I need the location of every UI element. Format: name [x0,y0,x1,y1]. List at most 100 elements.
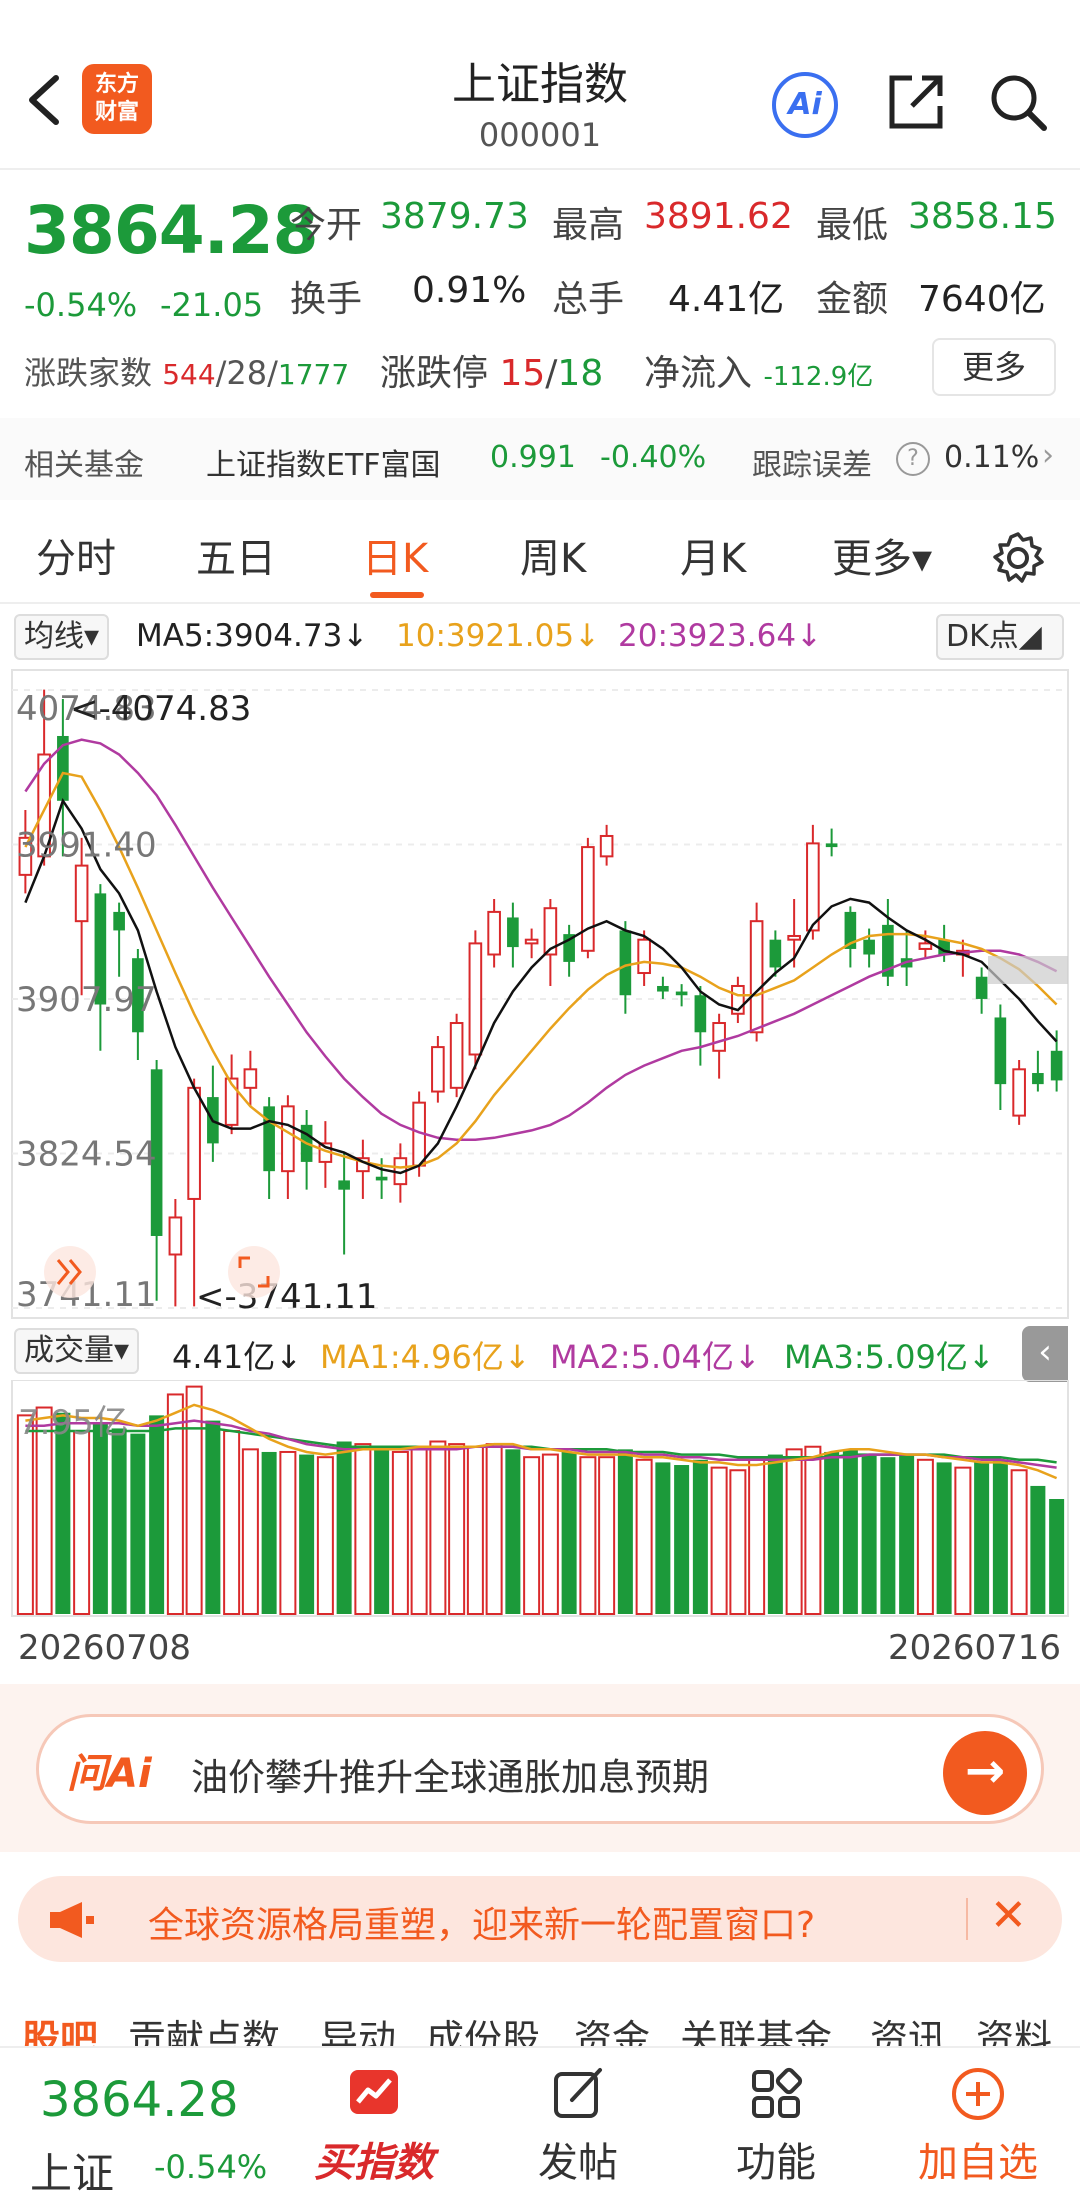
volume-bar [541,1453,559,1616]
volume-bar [598,1456,616,1615]
volume-bar [92,1423,108,1614]
ai-question-bar[interactable]: 问Ai 油价攀升推升全球通胀加息预期 → [36,1714,1044,1824]
candle-body [787,934,801,941]
y-axis-label: 3824.54 [16,1135,157,1175]
grid-icon [752,2067,803,2118]
moving-average-row: 均线▾ MA5:3904.73↓ 10:3921.05↓ 20:3923.64↓… [0,612,1080,662]
candle-body [637,938,651,975]
volume-bar [130,1433,146,1614]
volume-bar [785,1448,803,1615]
limit-up-down: 涨跌停 15/18 [380,344,603,396]
volume-bar [954,1466,972,1615]
net-inflow: 净流入 -112.9亿 [644,344,873,396]
arrow-right-icon[interactable]: → [943,1731,1027,1815]
volume-bar [635,1458,653,1615]
nav-change-percent: -0.54% [154,2148,268,2186]
tabs-divider [0,602,1080,604]
candle-body [375,1176,388,1181]
end-date: 20260716 [888,1628,1062,1668]
amount-value: 7640亿 [918,279,1046,320]
search-icon[interactable] [986,70,1050,134]
volume-bar [936,1462,952,1614]
functions-button[interactable]: 功能 [706,2064,846,2188]
chart-period-tabs: 分时 五日 日K 周K 月K 更多▾ [0,510,1080,600]
candle-body [281,1105,295,1173]
ma5-value: MA5:3904.73↓ [136,618,369,654]
tracking-error-value: 0.11% [944,440,1040,475]
volume-bar [205,1420,221,1614]
start-date: 20260708 [18,1628,192,1668]
back-arrow-icon[interactable] [20,70,70,130]
breadth-down: 1777 [277,358,350,391]
volume-chart: 7.95亿 [11,1380,1069,1617]
more-quote-button[interactable]: 更多 [932,338,1056,396]
candle-body [1032,1073,1044,1085]
megaphone-icon [50,1902,94,1938]
volume-bar [804,1445,822,1615]
volume-y-label: 7.95亿 [18,1403,128,1443]
volume-bar [391,1450,409,1615]
tab-weekly-k[interactable]: 周K [520,526,586,584]
tab-five-day[interactable]: 五日 [196,526,276,584]
volume-bar [73,1430,91,1615]
bottom-nav: 3864.28 上证 -0.54% 买指数 发帖 功能 加自选 [0,2046,1080,2210]
candle-body [431,1046,445,1093]
page-title: 上证指数 [452,59,628,110]
help-icon[interactable]: ? [896,442,930,476]
indicator-select[interactable]: 成交量▾ [14,1328,140,1374]
last-price: 3864.28 [24,192,319,269]
volume-bar [861,1454,877,1614]
logo-line2: 财富 [94,100,139,125]
tab-daily-k[interactable]: 日K [362,526,428,584]
chart-grid [12,689,1068,1309]
related-fund-row[interactable]: 相关基金 上证指数ETF富国 0.991 -0.40% 跟踪误差 ? 0.11%… [0,418,1080,500]
tab-more[interactable]: 更多▾ [832,526,932,584]
gear-icon[interactable] [990,530,1046,586]
tab-monthly-k[interactable]: 月K [680,526,746,584]
share-icon[interactable] [884,70,948,134]
buy-index-button[interactable]: 买指数 [304,2064,444,2188]
candle-body [994,1017,1007,1085]
limit-down: 18 [557,353,604,394]
volume-bar [748,1458,766,1615]
volume-bar [299,1454,315,1614]
post-label: 发帖 [538,2140,618,2186]
candle-body [74,864,89,923]
volume-bar [1010,1469,1028,1615]
add-watchlist-button[interactable]: 加自选 [908,2064,1048,2188]
close-icon[interactable]: ✕ [990,1890,1027,1941]
volume-bar [579,1456,597,1615]
limit-label: 涨跌停 [380,353,489,394]
ma-type-select[interactable]: 均线▾ [14,614,110,660]
dk-point-button[interactable]: DK点◢ [936,614,1064,660]
post-button[interactable]: 发帖 [508,2064,648,2188]
volume-current: 4.41亿↓ [172,1338,303,1376]
volume-bar [692,1459,708,1614]
candle-body [187,1086,201,1200]
volume-bar [16,1414,34,1616]
ma5-line [24,798,1058,1175]
breadth-sep-2: / [267,354,278,392]
low-label: 最低 [816,205,889,246]
volume-bar [824,1451,840,1614]
security-code: 000001 [478,116,602,154]
volume-label: 总手 [552,279,625,320]
volume-bar [710,1466,728,1615]
expand-icon[interactable] [228,1246,280,1298]
candle-body [449,1022,464,1089]
open-value: 3879.73 [380,196,529,237]
candle-body [263,1106,275,1172]
ai-assistant-button[interactable]: Ai [772,72,838,138]
tab-intraday[interactable]: 分时 [36,526,116,584]
candlestick-chart[interactable]: 4074.833991.403907.973824.543741.11 <-40… [0,668,1080,1322]
fund-price: 0.991 [490,440,576,475]
volume-bar [241,1448,259,1615]
add-watchlist-label: 加自选 [918,2140,1038,2186]
double-chevron-icon[interactable] [44,1246,96,1298]
candle-body [243,1068,258,1089]
volume-bar [523,1456,541,1615]
notice-banner[interactable]: 全球资源格局重塑，迎来新一轮配置窗口? ✕ [18,1876,1062,1962]
volume-bar [316,1456,334,1615]
collapse-panel-button[interactable]: ‹ [1022,1326,1068,1382]
candle-body [975,976,988,999]
